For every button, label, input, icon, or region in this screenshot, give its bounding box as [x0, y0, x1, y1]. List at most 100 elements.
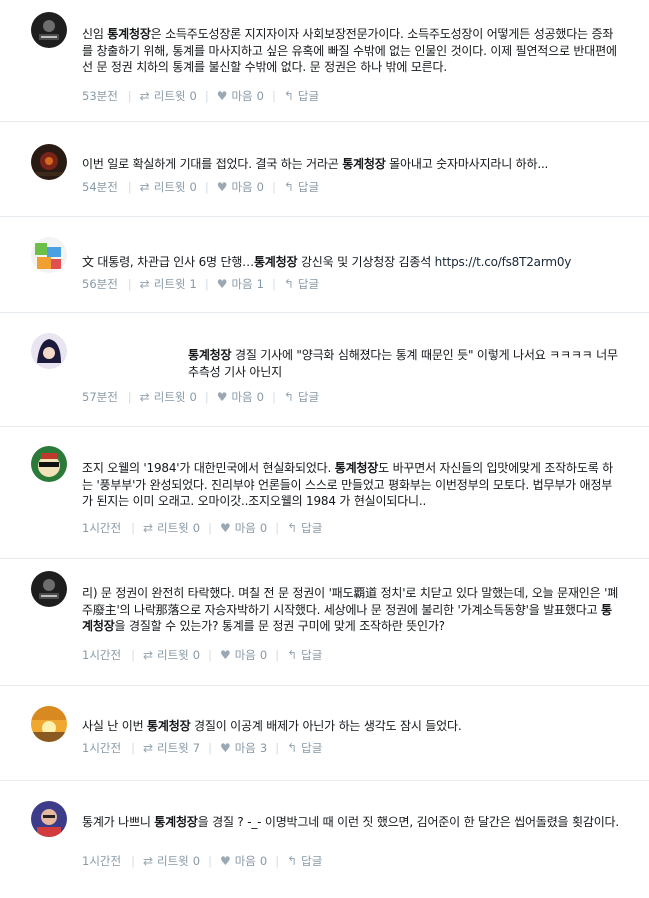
reply-label: 답글 [297, 390, 320, 404]
retweet-button[interactable]: ⇄ 리트윗 1 [140, 276, 197, 292]
tweet-text: 신임 통계청장은 소득주도성장론 지지자이자 사회보장전문가이다. 소득주도성장… [82, 26, 619, 76]
separator: | [271, 180, 276, 194]
retweet-label: 리트윗 [153, 89, 186, 103]
retweet-count: 0 [192, 854, 201, 868]
like-button[interactable]: ♥ 마음 0 [217, 389, 264, 405]
tweet-text-segment: 리) 문 정권이 완전히 타락했다. 며칠 전 문 정권이 '패도覇道 정치'로… [82, 586, 619, 617]
reply-button[interactable]: ↰ 답글 [284, 88, 319, 104]
reply-label: 답글 [301, 521, 323, 535]
keyword-highlight[interactable]: 통계청장 [154, 815, 198, 829]
tweet-link[interactable]: https://t.co/fs8T2arm0y [435, 255, 572, 269]
like-count: 0 [256, 390, 264, 404]
tweet-text-segment: 통계가 나쁘니 [82, 815, 155, 829]
avatar[interactable] [31, 446, 67, 482]
retweet-label: 리트윗 [157, 521, 189, 535]
avatar[interactable] [31, 706, 67, 742]
avatar[interactable] [31, 12, 67, 48]
retweet-button[interactable]: ⇄ 리트윗 0 [143, 853, 200, 869]
timestamp[interactable]: 1시간전 [82, 520, 121, 536]
like-button[interactable]: ♥ 마음 0 [217, 88, 264, 104]
reply-button[interactable]: ↰ 답글 [284, 179, 319, 195]
avatar[interactable] [31, 237, 67, 273]
like-label: 마음 [231, 277, 253, 291]
tweet: 文 대통령, 차관급 인사 6명 단행…통계청장 강신욱 및 기상청장 김종석 … [0, 217, 649, 313]
avatar[interactable] [31, 571, 67, 607]
reply-label: 답글 [301, 741, 323, 755]
heart-icon: ♥ [216, 277, 228, 291]
retweet-button[interactable]: ⇄ 리트윗 0 [143, 647, 200, 663]
reply-icon: ↰ [287, 741, 298, 755]
like-button[interactable]: ♥ 마음 1 [217, 276, 264, 292]
like-button[interactable]: ♥ 마음 3 [220, 740, 267, 756]
reply-icon: ↰ [283, 390, 294, 404]
timestamp[interactable]: 56분전 [82, 276, 118, 292]
like-button[interactable]: ♥ 마음 0 [220, 520, 267, 536]
like-button[interactable]: ♥ 마음 0 [220, 853, 267, 869]
timestamp[interactable]: 1시간전 [82, 853, 121, 869]
keyword-highlight[interactable]: 통계청장 [107, 27, 151, 41]
separator: | [131, 521, 135, 535]
timestamp[interactable]: 1시간전 [82, 647, 121, 663]
timestamp[interactable]: 57분전 [82, 389, 118, 405]
separator: | [204, 180, 209, 194]
keyword-highlight[interactable]: 통계청장 [188, 348, 232, 362]
like-count: 0 [259, 854, 268, 868]
retweet-count: 7 [192, 741, 201, 755]
tweet: 이번 일로 확실하게 기대를 접었다. 결국 하는 거라곤 통계청장 몰아내고 … [0, 122, 649, 217]
keyword-highlight[interactable]: 통계청장 [254, 255, 298, 269]
retweet-label: 리트윗 [153, 390, 186, 404]
reply-button[interactable]: ↰ 답글 [287, 647, 322, 663]
keyword-highlight[interactable]: 통계청장 [335, 461, 379, 475]
timestamp[interactable]: 53분전 [82, 88, 118, 104]
retweet-icon: ⇄ [139, 89, 150, 103]
retweet-button[interactable]: ⇄ 리트윗 0 [140, 88, 197, 104]
tweet-feed: 신임 통계청장은 소득주도성장론 지지자이자 사회보장전문가이다. 소득주도성장… [0, 0, 649, 898]
separator: | [275, 741, 280, 755]
tweet-text-segment: 이번 일로 확실하게 기대를 접었다. 결국 하는 거라곤 [82, 157, 343, 171]
retweet-label: 리트윗 [157, 854, 189, 868]
avatar[interactable] [31, 144, 67, 180]
avatar[interactable] [31, 801, 67, 837]
retweet-button[interactable]: ⇄ 리트윗 0 [140, 389, 197, 405]
keyword-highlight[interactable]: 통계청장 [342, 157, 386, 171]
tweet-text: 리) 문 정권이 완전히 타락했다. 며칠 전 문 정권이 '패도覇道 정치'로… [82, 585, 619, 635]
timestamp[interactable]: 54분전 [82, 179, 118, 195]
separator: | [275, 521, 280, 535]
separator: | [208, 648, 212, 662]
retweet-count: 0 [189, 390, 197, 404]
like-count: 3 [259, 741, 268, 755]
timestamp[interactable]: 1시간전 [82, 740, 121, 756]
tweet-text-segment: 경질이 이공계 배제가 아닌가 하는 생각도 잠시 들었다. [190, 719, 462, 733]
retweet-button[interactable]: ⇄ 리트윗 7 [143, 740, 200, 756]
like-count: 0 [259, 521, 268, 535]
tweet-text: 통계청장 경질 기사에 "양극화 심해졌다는 통계 때문인 듯" 이렇게 나서요… [188, 347, 619, 380]
separator: | [275, 648, 280, 662]
reply-icon: ↰ [283, 89, 294, 103]
separator: | [204, 277, 209, 291]
reply-button[interactable]: ↰ 답글 [284, 389, 319, 405]
avatar[interactable] [31, 333, 67, 369]
tweet: 사실 난 이번 통계청장 경질이 이공계 배제가 아닌가 하는 생각도 잠시 들… [0, 686, 649, 781]
like-label: 마음 [231, 390, 253, 404]
tweet-text-segment: 은 소득주도성장론 지지자이자 사회보장전문가이다. 소득주도성장이 어떻게든 … [82, 27, 617, 75]
retweet-label: 리트윗 [157, 648, 189, 662]
like-label: 마음 [231, 89, 253, 103]
retweet-label: 리트윗 [153, 180, 186, 194]
tweet-actions: 53분전 | ⇄ 리트윗 0 | ♥ 마음 0 | ↰ 답글 [82, 88, 327, 104]
keyword-highlight[interactable]: 통계청장 [147, 719, 191, 733]
reply-button[interactable]: ↰ 답글 [287, 853, 322, 869]
tweet: 리) 문 정권이 완전히 타락했다. 며칠 전 문 정권이 '패도覇道 정치'로… [0, 559, 649, 686]
reply-button[interactable]: ↰ 답글 [287, 520, 322, 536]
retweet-button[interactable]: ⇄ 리트윗 0 [140, 179, 197, 195]
heart-icon: ♥ [219, 648, 231, 662]
reply-icon: ↰ [283, 180, 294, 194]
tweet: 신임 통계청장은 소득주도성장론 지지자이자 사회보장전문가이다. 소득주도성장… [0, 0, 649, 122]
retweet-button[interactable]: ⇄ 리트윗 0 [143, 520, 200, 536]
heart-icon: ♥ [216, 390, 228, 404]
like-button[interactable]: ♥ 마음 0 [220, 647, 267, 663]
reply-button[interactable]: ↰ 답글 [287, 740, 322, 756]
reply-button[interactable]: ↰ 답글 [284, 276, 319, 292]
like-button[interactable]: ♥ 마음 0 [217, 179, 264, 195]
tweet-text-segment: 조지 오웰의 '1984'가 대한민국에서 현실화되었다. [82, 461, 335, 475]
reply-icon: ↰ [287, 854, 298, 868]
